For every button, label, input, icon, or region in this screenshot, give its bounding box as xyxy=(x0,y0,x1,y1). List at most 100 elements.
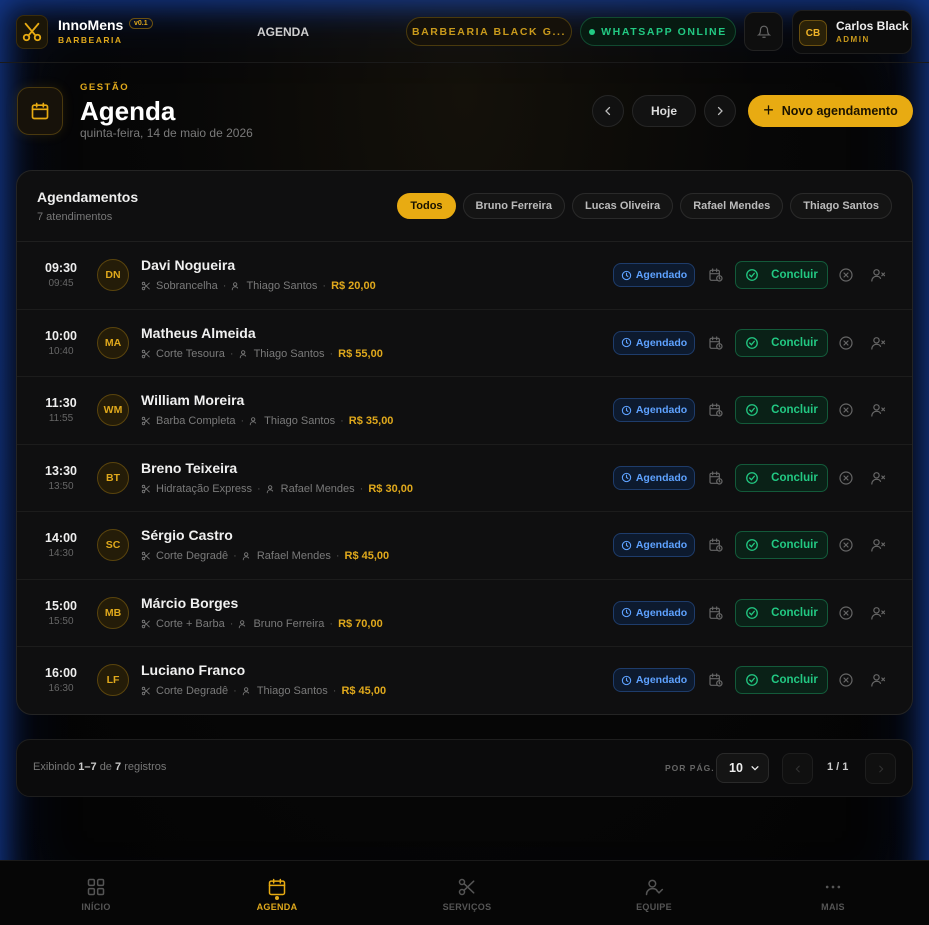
client-name[interactable]: Matheus Almeida xyxy=(141,325,256,341)
reschedule-button[interactable] xyxy=(707,334,725,352)
person-icon xyxy=(232,282,239,291)
cancel-button[interactable] xyxy=(837,401,855,419)
new-appointment-button[interactable]: + Novo agendamento xyxy=(748,95,913,127)
meta-separator: · xyxy=(240,415,245,427)
scissors-icon xyxy=(141,349,150,358)
complete-button[interactable]: Concluir xyxy=(735,531,828,559)
nav-item-mais[interactable]: MAIS xyxy=(788,877,878,912)
nav-item-agenda[interactable]: AGENDA xyxy=(232,877,322,912)
appointment-row[interactable]: 14:00 14:30 SC Sérgio Castro Corte Degra… xyxy=(17,512,912,580)
no-show-button[interactable] xyxy=(869,334,887,352)
appointment-row[interactable]: 15:00 15:50 MB Márcio Borges Corte + Bar… xyxy=(17,580,912,647)
meta-separator: · xyxy=(322,280,327,292)
start-time: 09:30 xyxy=(45,261,77,275)
today-button[interactable]: Hoje xyxy=(632,95,696,127)
calendar-clock-icon xyxy=(709,268,723,282)
whatsapp-status[interactable]: WHATSAPP ONLINE xyxy=(580,17,736,46)
scissors-icon xyxy=(141,281,150,291)
nav-item-equipe[interactable]: EQUIPE xyxy=(609,877,699,912)
person-icon xyxy=(242,552,249,561)
shop-selector[interactable]: BARBEARIA BLACK G... xyxy=(406,17,572,46)
complete-button[interactable]: Concluir xyxy=(735,463,828,492)
complete-label: Concluir xyxy=(771,336,818,349)
client-avatar: LF xyxy=(97,664,129,696)
complete-button[interactable]: Concluir xyxy=(735,396,828,424)
notifications-button[interactable] xyxy=(744,12,783,51)
clock-icon xyxy=(621,337,632,348)
x-circle-icon xyxy=(839,335,853,350)
reschedule-button[interactable] xyxy=(707,266,725,284)
reschedule-button[interactable] xyxy=(707,401,725,419)
next-page-button[interactable] xyxy=(865,753,896,784)
service-price: R$ 35,00 xyxy=(348,415,394,427)
filter-chip-lucas[interactable]: Lucas Oliveira xyxy=(571,193,674,219)
filter-chip-bruno[interactable]: Bruno Ferreira xyxy=(462,193,565,219)
no-show-button[interactable] xyxy=(869,401,887,419)
more-icon xyxy=(825,885,841,889)
scissors-icon xyxy=(141,686,150,696)
no-show-button[interactable] xyxy=(869,536,887,554)
appointment-meta: Corte Tesoura · Thiago Santos · R$ 55,00 xyxy=(141,348,383,360)
per-page-label: POR PÁG. xyxy=(665,763,715,773)
barber-name: Thiago Santos xyxy=(253,347,325,360)
appointment-row[interactable]: 09:30 09:45 DN Davi Nogueira Sobrancelha… xyxy=(17,242,912,310)
no-show-button[interactable] xyxy=(869,604,887,622)
person-icon xyxy=(239,349,246,358)
user-x-icon xyxy=(870,471,885,485)
appointment-row[interactable]: 10:00 10:40 MA Matheus Almeida Corte Tes… xyxy=(17,310,912,377)
new-appointment-label: Novo agendamento xyxy=(781,104,898,118)
no-show-button[interactable] xyxy=(869,266,887,284)
cancel-button[interactable] xyxy=(837,469,855,487)
client-name[interactable]: Márcio Borges xyxy=(141,595,238,611)
calendar-clock-icon xyxy=(709,673,723,687)
complete-button[interactable]: Concluir xyxy=(735,666,828,694)
next-day-button[interactable] xyxy=(704,95,736,127)
cancel-button[interactable] xyxy=(837,671,855,689)
prev-page-button[interactable] xyxy=(782,753,813,784)
client-name[interactable]: Sérgio Castro xyxy=(141,527,233,543)
filter-chip-thiago[interactable]: Thiago Santos xyxy=(790,193,892,219)
nav-item-inicio[interactable]: INÍCIO xyxy=(51,877,141,912)
no-show-button[interactable] xyxy=(869,469,887,487)
filter-chip-rafael[interactable]: Rafael Mendes xyxy=(680,193,784,219)
x-circle-icon xyxy=(839,605,853,620)
reschedule-button[interactable] xyxy=(707,536,725,554)
per-page-select[interactable]: 10 xyxy=(716,753,769,783)
complete-button[interactable]: Concluir xyxy=(735,598,828,627)
user-x-icon xyxy=(870,269,885,282)
cancel-button[interactable] xyxy=(837,334,855,352)
reschedule-button[interactable] xyxy=(707,671,725,689)
status-label: Agendado xyxy=(635,606,688,619)
client-name[interactable]: William Moreira xyxy=(141,392,244,408)
appointment-row[interactable]: 13:30 13:50 BT Breno Teixeira Hidratação… xyxy=(17,445,912,512)
client-name[interactable]: Breno Teixeira xyxy=(141,460,237,476)
cancel-button[interactable] xyxy=(837,604,855,622)
client-name[interactable]: Davi Nogueira xyxy=(141,257,235,273)
reschedule-button[interactable] xyxy=(707,469,725,487)
meta-separator: · xyxy=(233,685,237,697)
user-menu[interactable]: CB Carlos Black ADMIN xyxy=(792,10,912,54)
status-label: Agendado xyxy=(635,404,688,416)
no-show-button[interactable] xyxy=(869,671,887,689)
meta-separator: · xyxy=(229,347,234,360)
start-time: 16:00 xyxy=(45,666,77,680)
barber-name: Thiago Santos xyxy=(264,415,336,427)
user-name: Carlos Black xyxy=(836,19,909,33)
cancel-button[interactable] xyxy=(837,266,855,284)
prev-day-button[interactable] xyxy=(592,95,624,127)
complete-button[interactable]: Concluir xyxy=(735,328,828,357)
nav-item-servicos[interactable]: SERVIÇOS xyxy=(422,877,512,912)
complete-button[interactable]: Concluir xyxy=(735,261,828,289)
appointment-row[interactable]: 16:00 16:30 LF Luciano Franco Corte Degr… xyxy=(17,647,912,714)
bottom-nav: INÍCIO AGENDA SERVIÇOS EQUIPE MAIS xyxy=(0,860,929,925)
reschedule-button[interactable] xyxy=(707,604,725,622)
cancel-button[interactable] xyxy=(837,536,855,554)
appointment-row[interactable]: 11:30 11:55 WM William Moreira Barba Com… xyxy=(17,377,912,445)
filter-chip-all[interactable]: Todos xyxy=(397,193,456,219)
brand-logo[interactable] xyxy=(16,15,48,49)
meta-separator: · xyxy=(329,347,334,360)
client-name[interactable]: Luciano Franco xyxy=(141,662,245,678)
x-circle-icon xyxy=(839,268,853,282)
meta-separator: · xyxy=(233,550,237,562)
calendar-clock-icon xyxy=(709,403,723,417)
